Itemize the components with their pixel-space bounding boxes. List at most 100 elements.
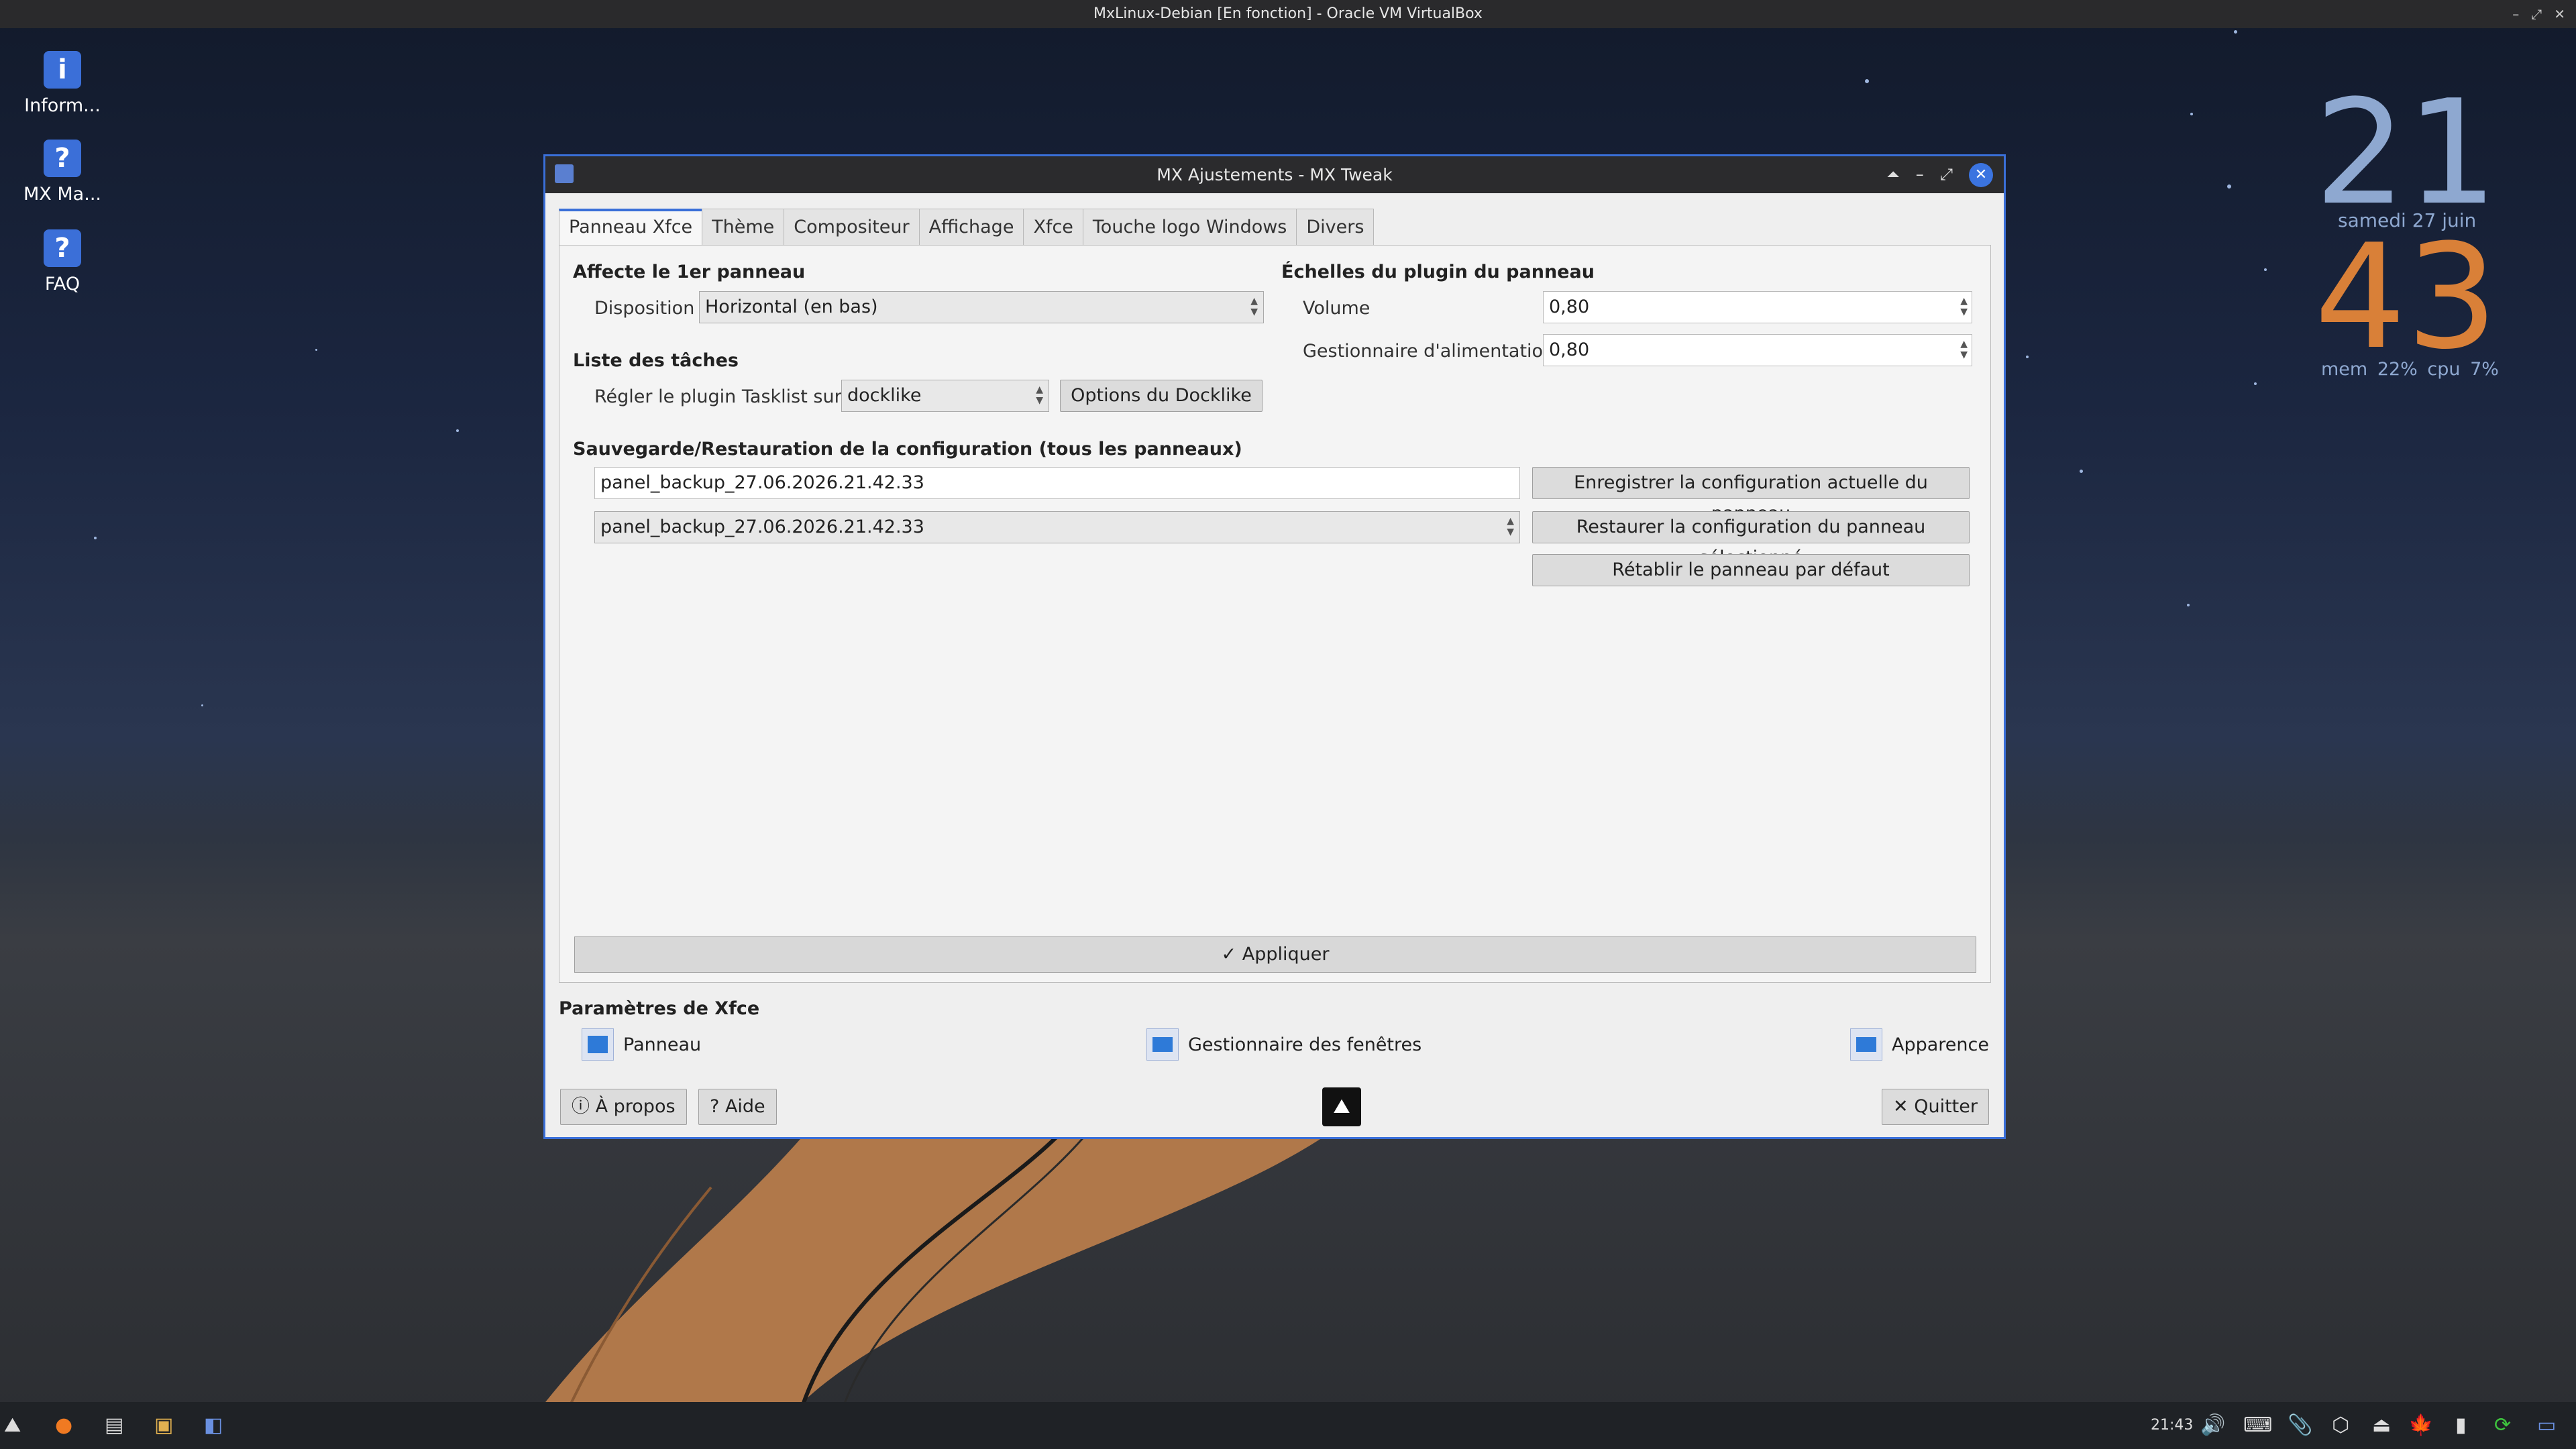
panneau-xfce-panel: Affecte le 1er panneau Disposition Horiz… <box>559 245 1991 983</box>
volume-value: 0,80 <box>1549 297 1590 317</box>
restore-icon[interactable]: ⤢ <box>2531 0 2542 28</box>
scales-header: Échelles du plugin du panneau <box>1281 262 1595 282</box>
keyboard-icon[interactable]: ⌨ <box>2243 1411 2272 1440</box>
volume-icon[interactable]: 🔊 <box>2200 1411 2225 1440</box>
package-installer-icon[interactable]: ▣ <box>154 1411 173 1440</box>
spinner-arrows-icon[interactable]: ▲ ▼ <box>1960 339 1968 360</box>
quit-button[interactable]: ✕ Quitter <box>1882 1089 1989 1125</box>
reset-panel-default-button[interactable]: Rétablir le panneau par défaut <box>1532 554 1970 586</box>
window-title: MX Ajustements - MX Tweak <box>1157 165 1393 184</box>
power-icon[interactable]: ⟳ <box>2494 1411 2511 1440</box>
power-manager-spinbox[interactable]: 0,80 ▲ ▼ <box>1543 334 1972 366</box>
xfce-window-manager-link[interactable]: Gestionnaire des fenêtres <box>1146 1028 1421 1061</box>
desktop-icon-label: Inform... <box>24 95 101 116</box>
taskbar: ⛰ ● ▤ ▣ ◧ 21:43 🔊 ⌨ 📎 ⬡ ⏏ 🍁 ▮ ⟳ ▭ <box>0 1402 2576 1449</box>
help-button[interactable]: ? Aide <box>698 1089 777 1125</box>
spinner-arrows-icon[interactable]: ▲ ▼ <box>1960 296 1968 317</box>
question-icon: ? <box>710 1096 720 1117</box>
show-desktop-icon[interactable]: ▭ <box>2537 1411 2556 1440</box>
xfce-appearance-label: Apparence <box>1892 1034 1989 1055</box>
window-titlebar: MX Ajustements - MX Tweak ⏶ – ⤢ ✕ <box>545 156 2004 193</box>
disposition-label: Disposition <box>594 298 695 319</box>
file-manager-icon[interactable]: ▤ <box>105 1411 123 1440</box>
tab-compositeur[interactable]: Compositeur <box>784 209 920 246</box>
apply-label: Appliquer <box>1242 944 1330 965</box>
clock[interactable]: 21:43 <box>2151 1402 2193 1449</box>
restore-backup-select[interactable]: panel_backup_27.06.2026.21.42.33 ▲ ▼ <box>594 511 1520 543</box>
conky-cpu-label: cpu <box>2427 359 2461 380</box>
restore-backup-value: panel_backup_27.06.2026.21.42.33 <box>600 517 924 537</box>
desktop-icon-label: FAQ <box>44 274 80 294</box>
check-icon: ✓ <box>1221 944 1237 965</box>
maximize-icon[interactable]: ⤢ <box>1940 156 1953 193</box>
tasklist-value: docklike <box>847 385 922 406</box>
window-manager-icon <box>1146 1028 1179 1061</box>
mx-tweak-taskbar-icon[interactable]: ◧ <box>204 1411 223 1440</box>
tab-touche-logo-windows[interactable]: Touche logo Windows <box>1082 209 1297 246</box>
host-titlebar: MxLinux-Debian [En fonction] - Oracle VM… <box>0 0 2576 28</box>
tab-affichage[interactable]: Affichage <box>918 209 1024 246</box>
desktop-icon-faq[interactable]: ? FAQ <box>12 229 113 294</box>
tasklist-label: Régler le plugin Tasklist sur : <box>594 386 854 407</box>
host-title: MxLinux-Debian [En fonction] - Oracle VM… <box>1093 5 1483 22</box>
restore-panel-config-button[interactable]: Restaurer la configuration du panneau sé… <box>1532 511 1970 568</box>
appearance-icon <box>1850 1028 1882 1061</box>
tasklist-header: Liste des tâches <box>573 350 739 371</box>
battery-icon[interactable]: ▮ <box>2455 1411 2467 1440</box>
tab-theme[interactable]: Thème <box>702 209 785 246</box>
minimize-icon[interactable]: – <box>2512 0 2519 28</box>
xfce-appearance-link[interactable]: Apparence <box>1850 1028 1989 1061</box>
help-label: Aide <box>724 1096 765 1117</box>
updater-icon[interactable]: ⬡ <box>2332 1411 2349 1440</box>
spinner-arrows-icon: ▲ ▼ <box>1250 296 1258 317</box>
xfce-panneau-label: Panneau <box>623 1034 702 1055</box>
power-manager-label: Gestionnaire d'alimentation <box>1303 341 1555 362</box>
conky-minute: 43 <box>2314 213 2498 381</box>
mx-logo-icon: ⛰ <box>1322 1087 1361 1126</box>
app-icon <box>555 164 574 183</box>
affect-header: Affecte le 1er panneau <box>573 262 806 282</box>
docklike-options-button[interactable]: Options du Docklike <box>1060 380 1263 412</box>
volume-spinbox[interactable]: 0,80 ▲ ▼ <box>1543 291 1972 323</box>
shade-icon[interactable]: ⏶ <box>1887 156 1900 193</box>
backup-name-field[interactable]: panel_backup_27.06.2026.21.42.33 <box>594 467 1520 499</box>
spinner-arrows-icon: ▲ ▼ <box>1036 384 1043 406</box>
minimize-icon[interactable]: – <box>1916 156 1924 193</box>
conky-hour: 21 <box>2314 68 2498 237</box>
mx-tweak-window: MX Ajustements - MX Tweak ⏶ – ⤢ ✕ Pannea… <box>543 154 2006 1139</box>
panel-settings-icon <box>582 1028 614 1061</box>
firefox-icon[interactable]: ● <box>55 1411 72 1440</box>
canada-flag-icon[interactable]: 🍁 <box>2408 1411 2433 1440</box>
help-icon: ? <box>44 140 81 177</box>
apply-button[interactable]: ✓ Appliquer <box>574 936 1976 973</box>
tasklist-select[interactable]: docklike ▲ ▼ <box>841 380 1049 412</box>
tab-bar: Panneau Xfce Thème Compositeur Affichage… <box>559 209 1375 248</box>
tab-panneau-xfce[interactable]: Panneau Xfce <box>559 209 703 248</box>
close-icon[interactable]: ✕ <box>1969 162 1993 187</box>
backup-header: Sauvegarde/Restauration de la configurat… <box>573 439 1242 460</box>
eject-icon[interactable]: ⏏ <box>2372 1411 2391 1440</box>
disposition-value: Horizontal (en bas) <box>705 297 878 317</box>
tab-xfce[interactable]: Xfce <box>1023 209 1083 246</box>
quit-label: Quitter <box>1914 1096 1978 1117</box>
desktop-icon-mx-manual[interactable]: ? MX Ma... <box>12 140 113 205</box>
save-panel-config-button[interactable]: Enregistrer la configuration actuelle du… <box>1532 467 1970 524</box>
tab-divers[interactable]: Divers <box>1296 209 1375 246</box>
spinner-arrows-icon: ▲ ▼ <box>1507 516 1514 537</box>
desktop-icon-label: MX Ma... <box>23 184 101 205</box>
about-button[interactable]: ⓘ À propos <box>560 1089 687 1125</box>
volume-label: Volume <box>1303 298 1371 319</box>
xfce-params-header: Paramètres de Xfce <box>559 998 760 1019</box>
power-manager-value: 0,80 <box>1549 339 1590 360</box>
mx-menu-icon[interactable]: ⛰ <box>4 1411 21 1440</box>
clipboard-icon[interactable]: 📎 <box>2288 1411 2312 1440</box>
conky-stats: mem 22% cpu 7% <box>2321 359 2499 380</box>
xfce-panneau-link[interactable]: Panneau <box>582 1028 701 1061</box>
disposition-select[interactable]: Horizontal (en bas) ▲ ▼ <box>699 291 1264 323</box>
help-icon: ? <box>44 229 81 267</box>
xfce-window-manager-label: Gestionnaire des fenêtres <box>1188 1034 1422 1055</box>
close-icon: ✕ <box>1893 1096 1909 1117</box>
info-icon: i <box>44 51 81 89</box>
close-icon[interactable]: ✕ <box>2554 0 2565 28</box>
desktop-icon-info[interactable]: i Inform... <box>12 51 113 116</box>
